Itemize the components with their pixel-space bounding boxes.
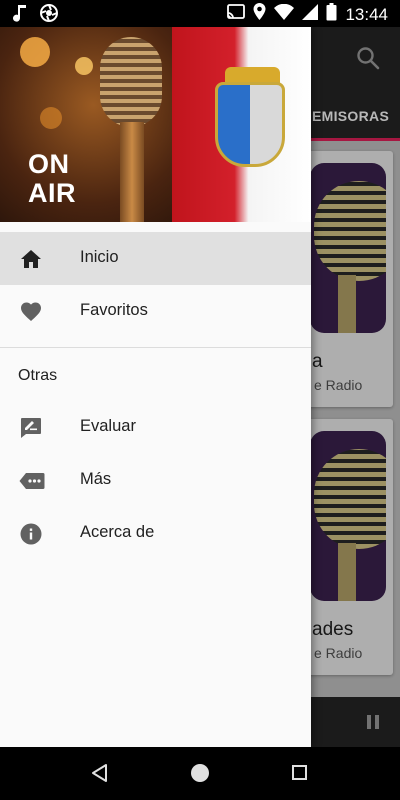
drawer-item-acerca-de[interactable]: Acerca de: [0, 507, 311, 560]
drawer-item-mas[interactable]: Más: [0, 454, 311, 507]
wifi-icon: [274, 3, 295, 25]
rate-review-icon: [19, 416, 43, 440]
system-nav-bar: [0, 747, 400, 800]
cast-icon: [227, 4, 246, 25]
on-air-line1: ON: [28, 149, 70, 179]
drawer-divider: [0, 347, 311, 348]
drawer-item-label: Más: [80, 470, 112, 488]
coat-of-arms-graphic: [215, 82, 285, 167]
cellular-icon: [302, 4, 319, 25]
on-air-badge: ON AIR: [28, 150, 76, 208]
drawer-item-evaluar[interactable]: Evaluar: [0, 401, 311, 454]
home-icon: [19, 247, 43, 271]
drawer-item-label: Inicio: [80, 248, 119, 266]
music-note-icon: [12, 4, 28, 27]
recents-square-icon[interactable]: [292, 765, 307, 780]
back-icon[interactable]: [90, 763, 110, 783]
status-time: 13:44: [345, 4, 388, 24]
battery-icon: [326, 3, 337, 26]
info-icon: [19, 522, 43, 546]
drawer-header-image: ON AIR: [0, 27, 311, 222]
drawer-item-favoritos[interactable]: Favoritos: [0, 285, 311, 338]
microphone-graphic: [100, 37, 162, 127]
drawer-item-label: Favoritos: [80, 301, 148, 319]
navigation-drawer: ON AIR Inicio Favoritos Otras Evaluar Má…: [0, 27, 311, 747]
drawer-item-label: Acerca de: [80, 523, 155, 541]
more-tag-icon: [19, 469, 45, 493]
aperture-icon: [40, 4, 58, 27]
drawer-item-inicio[interactable]: Inicio: [0, 232, 311, 285]
heart-icon: [19, 300, 43, 324]
home-circle-icon[interactable]: [191, 764, 209, 782]
drawer-section-title: Otras: [18, 367, 58, 384]
status-bar: 13:44: [0, 0, 400, 27]
drawer-item-label: Evaluar: [80, 417, 136, 435]
location-icon: [253, 3, 266, 26]
on-air-line2: AIR: [28, 178, 76, 208]
